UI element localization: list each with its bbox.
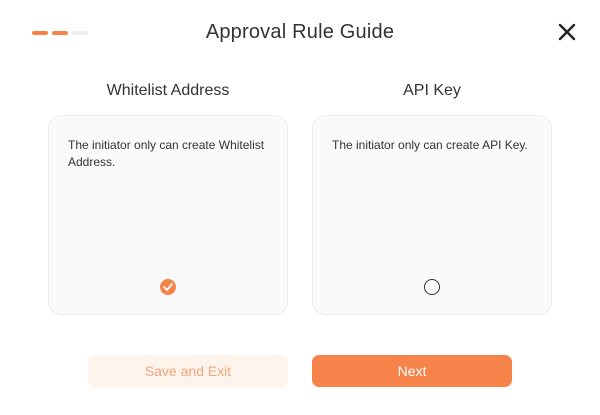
close-icon	[558, 23, 576, 41]
check-icon	[163, 283, 173, 291]
save-and-exit-button[interactable]: Save and Exit	[88, 355, 288, 387]
close-button[interactable]	[556, 21, 578, 43]
option-description: The initiator only can create API Key.	[332, 138, 528, 152]
option-card-api-key[interactable]: The initiator only can create API Key.	[312, 115, 552, 315]
next-button[interactable]: Next	[312, 355, 512, 387]
option-description: The initiator only can create Whitelist …	[68, 138, 265, 169]
option-radio-unselected[interactable]	[424, 279, 440, 295]
approval-rule-guide-dialog: Approval Rule Guide Whitelist Address Th…	[0, 0, 600, 415]
dialog-title: Approval Rule Guide	[205, 21, 395, 43]
option-heading-api-key: API Key	[403, 82, 461, 99]
option-heading-whitelist-address: Whitelist Address	[106, 82, 230, 99]
option-card-whitelist-address[interactable]: The initiator only can create Whitelist …	[48, 115, 288, 315]
option-radio-selected[interactable]	[160, 279, 176, 295]
